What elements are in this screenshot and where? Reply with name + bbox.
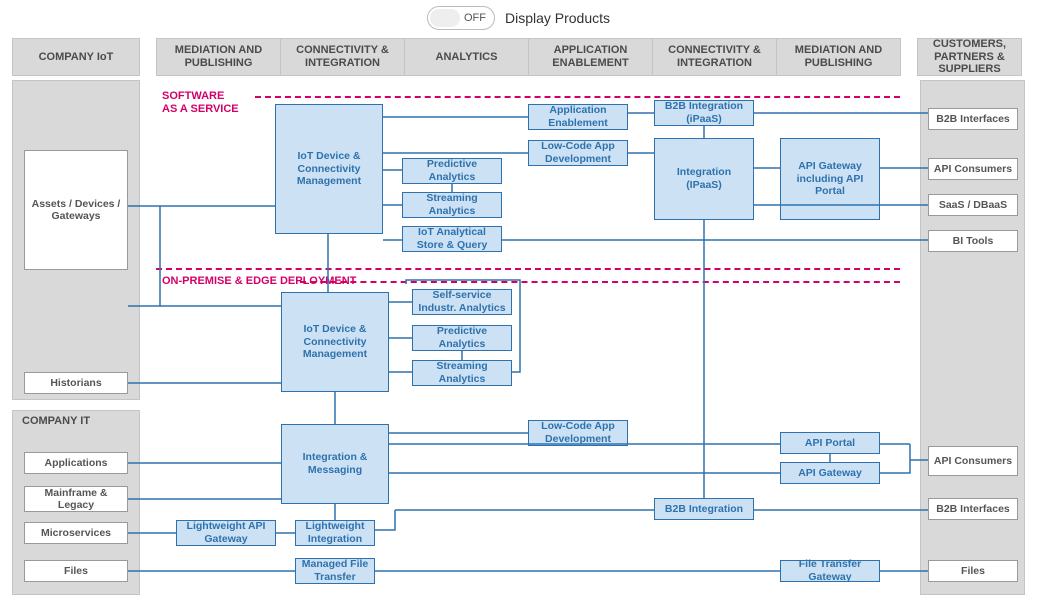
saas-b2b: B2B Integration (iPaaS) <box>654 100 754 126</box>
it-integ: Integration & Messaging <box>281 424 389 504</box>
right-api: API Consumers <box>928 158 1018 180</box>
col-app-enable: APPLICATION ENABLEMENT <box>528 38 653 76</box>
dash-mid <box>156 268 900 270</box>
display-products-toggle[interactable]: OFF <box>427 6 495 30</box>
it-b2b: B2B Integration <box>654 498 754 520</box>
right-bi: BI Tools <box>928 230 1018 252</box>
onprem-stream: Streaming Analytics <box>412 360 512 386</box>
it-apigw: API Gateway <box>780 462 880 484</box>
it-lowcode: Low-Code App Development <box>528 420 628 446</box>
col-analytics: ANALYTICS <box>404 38 529 76</box>
mainframe-legacy: Mainframe & Legacy <box>24 486 128 512</box>
microservices: Microservices <box>24 522 128 544</box>
it-ftgw: File Transfer Gateway <box>780 560 880 582</box>
right-b2b2: B2B Interfaces <box>928 498 1018 520</box>
assets-devices-gateways: Assets / Devices / Gateways <box>24 150 128 270</box>
saas-lowcode: Low-Code App Development <box>528 140 628 166</box>
column-header-row: COMPANY IoT MEDIATION AND PUBLISHING CON… <box>0 38 1037 76</box>
col-customers: CUSTOMERS, PARTNERS & SUPPLIERS <box>917 38 1022 76</box>
applications: Applications <box>24 452 128 474</box>
it-apiportal: API Portal <box>780 432 880 454</box>
toggle-label: Display Products <box>505 10 610 26</box>
col-connect-1: CONNECTIVITY & INTEGRATION <box>280 38 405 76</box>
saas-store: IoT Analytical Store & Query <box>402 226 502 252</box>
saas-apigw: API Gateway including API Portal <box>780 138 880 220</box>
col-mediation-1: MEDIATION AND PUBLISHING <box>156 38 281 76</box>
dash-saas <box>255 96 900 98</box>
right-b2b: B2B Interfaces <box>928 108 1018 130</box>
right-api2: API Consumers <box>928 446 1018 476</box>
files-left: Files <box>24 560 128 582</box>
saas-iot-mgmt: IoT Device & Connectivity Management <box>275 104 383 234</box>
company-it-title: COMPANY IT <box>22 415 90 428</box>
dash-onprem <box>300 281 900 283</box>
onprem-pred: Predictive Analytics <box>412 325 512 351</box>
saas-ipaas: Integration (IPaaS) <box>654 138 754 220</box>
right-saas: SaaS / DBaaS <box>928 194 1018 216</box>
section-saas-label: SOFTWARE AS A SERVICE <box>162 90 239 116</box>
historians: Historians <box>24 372 128 394</box>
it-lwint: Lightweight Integration <box>295 520 375 546</box>
onprem-iot-mgmt: IoT Device & Connectivity Management <box>281 292 389 392</box>
wire-layer <box>0 0 1037 602</box>
right-files: Files <box>928 560 1018 582</box>
it-mft: Managed File Transfer <box>295 558 375 584</box>
it-lwgw: Lightweight API Gateway <box>176 520 276 546</box>
col-connect-2: CONNECTIVITY & INTEGRATION <box>652 38 777 76</box>
saas-pred: Predictive Analytics <box>402 158 502 184</box>
col-mediation-2: MEDIATION AND PUBLISHING <box>776 38 901 76</box>
toggle-state: OFF <box>464 12 486 24</box>
col-company-iot: COMPANY IoT <box>12 38 140 76</box>
onprem-self: Self-service Industr. Analytics <box>412 289 512 315</box>
saas-stream: Streaming Analytics <box>402 192 502 218</box>
saas-app-enable: Application Enablement <box>528 104 628 130</box>
